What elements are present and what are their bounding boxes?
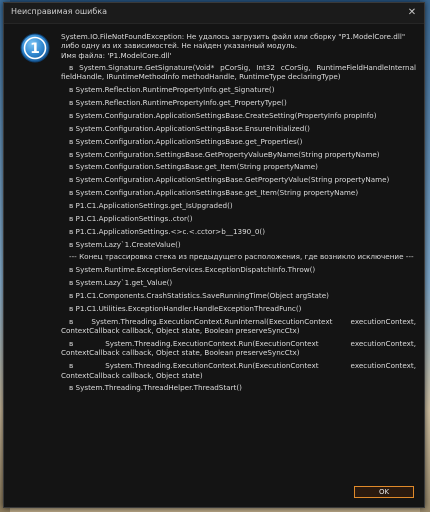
exception-header: System.IO.FileNotFoundException: Не удал… [61, 32, 406, 51]
error-message: System.IO.FileNotFoundException: Не удал… [61, 32, 416, 396]
stack-line: в P1.C1.ApplicationSettings.get_IsUpgrad… [69, 201, 233, 211]
stack-line: в P1.C1.ApplicationSettings..ctor() [69, 213, 193, 223]
stack-line: в P1.C1.Utilities.ExceptionHandler.Handl… [69, 303, 302, 313]
stack-line: в System.Configuration.ApplicationSettin… [69, 188, 359, 198]
stack-line: в System.Lazy`1.get_Value() [69, 278, 173, 288]
svg-text:1: 1 [30, 41, 40, 57]
stack-line: в System.Configuration.SettingsBase.GetP… [69, 149, 380, 159]
stack-line: в System.Configuration.SettingsBase.get_… [69, 162, 318, 172]
stack-line: в System.Lazy`1.CreateValue() [69, 239, 181, 249]
stack-line: в System.Configuration.ApplicationSettin… [69, 175, 390, 185]
stack-line: в System.Threading.ExecutionContext.Run(… [61, 338, 416, 358]
stack-line: в System.Configuration.ApplicationSettin… [69, 136, 303, 146]
ok-button[interactable]: OK [354, 486, 414, 498]
stack-line: в System.Threading.ThreadHelper.ThreadSt… [69, 383, 242, 393]
title-bar[interactable]: Неисправимая ошибка ✕ [4, 3, 424, 24]
stack-line: в System.Threading.ExecutionContext.RunI… [61, 316, 416, 336]
info-icon: 1 [20, 33, 50, 63]
stack-line: в P1.C1.ApplicationSettings.<>c.<.cctor>… [69, 226, 266, 236]
window-title: Неисправимая ошибка [11, 7, 108, 16]
stack-line: в System.Threading.ExecutionContext.Run(… [61, 361, 416, 380]
stack-line: в System.Configuration.ApplicationSettin… [69, 123, 310, 133]
stack-trace: в System.Signature.GetSignature(Void* pC… [61, 63, 416, 393]
filename-line: Имя файла: 'P1.ModelCore.dll' [61, 50, 172, 60]
stack-line: в System.Reflection.RuntimePropertyInfo.… [69, 98, 287, 108]
stack-line: в System.Signature.GetSignature(Void* pC… [61, 63, 416, 82]
stack-line: в P1.C1.Components.CrashStatistics.SaveR… [69, 291, 329, 301]
stack-line: в System.Reflection.RuntimePropertyInfo.… [69, 85, 275, 95]
stack-line: в System.Runtime.ExceptionServices.Excep… [69, 265, 316, 275]
close-icon[interactable]: ✕ [406, 7, 418, 19]
error-dialog: Неисправимая ошибка ✕ 1 System.IO.FileNo… [3, 2, 425, 508]
stack-line: в System.Configuration.ApplicationSettin… [69, 111, 377, 121]
stack-line: --- Конец трассировка стека из предыдуще… [69, 252, 414, 262]
